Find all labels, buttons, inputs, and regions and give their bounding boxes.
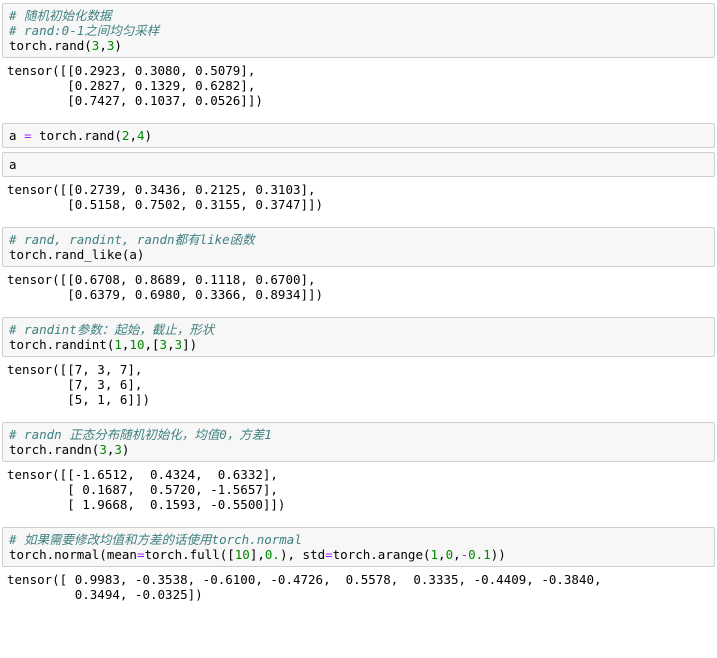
cell-output: tensor([[7, 3, 7], [7, 3, 6], [5, 1, 6]]… [0, 357, 717, 414]
output-line: tensor([[0.2923, 0.3080, 0.5079], [7, 63, 256, 78]
code-token: ], [249, 547, 265, 562]
code-line: torch.rand_like(a) [9, 247, 708, 262]
cell-output: tensor([[0.2923, 0.3080, 0.5079], [0.282… [0, 58, 717, 115]
notebook-cell: a = torch.rand(2,4) [0, 123, 717, 148]
code-line: # randn 正态分布随机初始化，均值0，方差1 [9, 427, 708, 442]
output-line: tensor([ 0.9983, -0.3538, -0.6100, -0.47… [7, 572, 602, 587]
code-token: ) [114, 38, 122, 53]
code-input[interactable]: # 随机初始化数据 # rand:0-1之间均匀采样 torch.rand(3,3) [2, 3, 715, 58]
code-line: # rand:0-1之间均匀采样 [9, 23, 708, 38]
code-token: ) [144, 128, 153, 143]
code-line: torch.randint(1,10,[3,3]) [9, 337, 708, 352]
code-line: # rand, randint, randn都有like函数 [9, 232, 708, 247]
output-line: [0.2827, 0.1329, 0.6282], [7, 78, 256, 93]
code-token: ]) [182, 337, 198, 352]
code-token: = [24, 128, 32, 143]
cell-output: tensor([[-1.6512, 0.4324, 0.6332], [ 0.1… [0, 462, 717, 519]
code-comment: # 随机初始化数据 [9, 8, 112, 23]
code-token: , [453, 547, 461, 562]
code-token: 3 [114, 442, 122, 457]
code-token: 4 [136, 128, 145, 143]
code-line: # 如果需要修改均值和方差的话使用torch.normal [9, 532, 708, 547]
output-line: [ 1.9668, 0.1593, -0.5500]]) [7, 497, 286, 512]
code-token: torch.full([ [144, 547, 235, 562]
code-line: # randint参数：起始，截止，形状 [9, 322, 708, 337]
code-token: torch.arange( [332, 547, 431, 562]
code-input[interactable]: # randint参数：起始，截止，形状 torch.randint(1, 10,[… [2, 317, 715, 357]
output-line: tensor([[0.6708, 0.8689, 0.1118, 0.6700]… [7, 272, 316, 287]
code-input[interactable]: # randn 正态分布随机初始化，均值0，方差1 torch.randn(3,3… [2, 422, 715, 462]
code-token: , [99, 38, 107, 53]
output-line: tensor([[0.2739, 0.3436, 0.2125, 0.3103]… [7, 182, 316, 197]
code-token: 1 [114, 337, 122, 352]
output-line: [ 0.1687, 0.5720, -1.5657], [7, 482, 278, 497]
code-line: torch.normal(mean=torch.full([10],0.), s… [9, 547, 708, 562]
code-token: torch.randint( [9, 337, 115, 352]
output-line: [5, 1, 6]]) [7, 392, 150, 407]
cell-output: tensor([[0.2739, 0.3436, 0.2125, 0.3103]… [0, 177, 717, 219]
code-input[interactable]: a [2, 152, 715, 177]
notebook-cell: # randint参数：起始，截止，形状 torch.randint(1, 10,[… [0, 317, 717, 414]
notebook: # 随机初始化数据 # rand:0-1之间均匀采样 torch.rand(3,3)… [0, 0, 717, 613]
code-token: torch.rand_like(a) [9, 247, 145, 262]
code-comment: # randn 正态分布随机初始化，均值0，方差1 [9, 427, 272, 442]
code-comment: # randint参数：起始，截止，形状 [9, 322, 215, 337]
code-token: torch.normal(mean [9, 547, 137, 562]
notebook-cell: # 如果需要修改均值和方差的话使用torch.normal torch.norma… [0, 527, 717, 609]
code-token: torch.rand( [9, 38, 92, 53]
code-input[interactable]: a = torch.rand(2,4) [2, 123, 715, 148]
code-token: 0.1 [468, 547, 491, 562]
code-token: 3 [159, 337, 168, 352]
code-token: )) [490, 547, 506, 562]
notebook-cell: a tensor([[0.2739, 0.3436, 0.2125, 0.3103… [0, 152, 717, 219]
notebook-cell: # 随机初始化数据 # rand:0-1之间均匀采样 torch.rand(3,3)… [0, 3, 717, 115]
output-line: 0.3494, -0.0325]) [7, 587, 203, 602]
code-token: 0. [264, 547, 280, 562]
cell-output: tensor([ 0.9983, -0.3538, -0.6100, -0.47… [0, 567, 717, 609]
code-input[interactable]: # rand, randint, randn都有like函数 torch.rand… [2, 227, 715, 267]
output-line: [7, 3, 6], [7, 377, 143, 392]
code-line: torch.randn(3,3) [9, 442, 708, 457]
code-token: a [9, 128, 25, 143]
output-line: tensor([[-1.6512, 0.4324, 0.6332], [7, 467, 278, 482]
code-line: torch.rand(3,3) [9, 38, 708, 53]
code-token: torch.rand( [31, 128, 122, 143]
code-token: a [9, 157, 17, 172]
code-token: , [167, 337, 175, 352]
notebook-cell: # rand, randint, randn都有like函数 torch.rand… [0, 227, 717, 309]
code-token: 1 [430, 547, 439, 562]
code-comment: # rand:0-1之间均匀采样 [9, 23, 160, 38]
code-token: 3 [174, 337, 183, 352]
output-line: [0.7427, 0.1037, 0.0526]]) [7, 93, 263, 108]
output-line: [0.5158, 0.7502, 0.3155, 0.3747]]) [7, 197, 324, 212]
code-comment: # 如果需要修改均值和方差的话使用torch.normal [9, 532, 302, 547]
code-comment: # rand, randint, randn都有like函数 [9, 232, 255, 247]
code-token: , [438, 547, 446, 562]
code-token: ,[ [144, 337, 160, 352]
output-line: tensor([[7, 3, 7], [7, 362, 143, 377]
code-line: # 随机初始化数据 [9, 8, 708, 23]
notebook-cell: # randn 正态分布随机初始化，均值0，方差1 torch.randn(3,3… [0, 422, 717, 519]
code-line: a [9, 157, 708, 172]
code-token: ) [121, 442, 130, 457]
code-token: 0 [445, 547, 454, 562]
code-token: 10 [234, 547, 250, 562]
code-token: ), std [279, 547, 326, 562]
code-token: 10 [129, 337, 145, 352]
code-line: a = torch.rand(2,4) [9, 128, 708, 143]
code-token: torch.randn( [9, 442, 100, 457]
code-token: 3 [99, 442, 107, 457]
output-line: [0.6379, 0.6980, 0.3366, 0.8934]]) [7, 287, 324, 302]
code-token: = [325, 547, 333, 562]
code-token: , [129, 128, 137, 143]
cell-output: tensor([[0.6708, 0.8689, 0.1118, 0.6700]… [0, 267, 717, 309]
code-input[interactable]: # 如果需要修改均值和方差的话使用torch.normal torch.norma… [2, 527, 715, 567]
